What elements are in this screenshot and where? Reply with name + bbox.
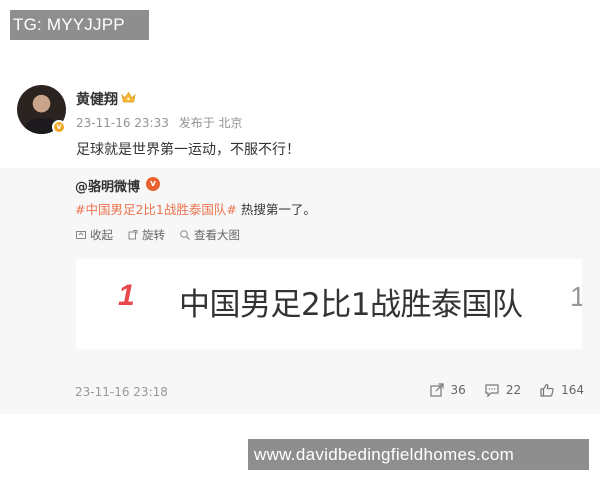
comment-button[interactable]: 22 <box>484 382 521 398</box>
thumbs-up-icon <box>540 383 554 397</box>
rotate-button[interactable]: 旋转 <box>127 227 165 243</box>
zoom-icon <box>180 230 190 240</box>
share-button[interactable]: 36 <box>429 382 466 398</box>
collect-label: 收起 <box>90 228 113 242</box>
repost-text-tail: 热搜第一了。 <box>236 202 316 217</box>
image-actions: 收起 旋转 查看大图 <box>75 227 240 243</box>
like-button[interactable]: 164 <box>539 382 584 398</box>
share-icon <box>429 383 444 397</box>
repost-author[interactable]: @骆明微博 <box>75 176 140 195</box>
watermark: www.davidbedingfieldhomes.com <box>248 439 589 470</box>
verified-badge-icon: v <box>146 177 160 191</box>
rank-next-partial: 1 <box>570 281 582 312</box>
hashtag-link[interactable]: #中国男足2比1战胜泰国队# <box>75 202 237 217</box>
post-content: 足球就是世界第一运动，不服不行！ <box>76 142 300 158</box>
rotate-icon <box>128 230 138 240</box>
view-large-button[interactable]: 查看大图 <box>179 227 240 243</box>
repost-text: #中国男足2比1战胜泰国队# 热搜第一了。 <box>75 199 316 218</box>
telegram-banner: TG: MYYJJPP <box>10 10 149 40</box>
rotate-label: 旋转 <box>142 228 165 242</box>
hot-search-image[interactable]: 1 中国男足2比1战胜泰国队 1 <box>76 259 582 349</box>
post-time[interactable]: 23-11-16 23:33 <box>76 116 169 130</box>
collect-button[interactable]: 收起 <box>75 227 113 243</box>
repost-card: @骆明微博 v #中国男足2比1战胜泰国队# 热搜第一了。 收起 旋转 查看大图… <box>0 168 600 414</box>
comment-count: 22 <box>505 383 522 397</box>
rank-number: 1 <box>118 279 135 312</box>
collapse-icon <box>76 231 86 239</box>
view-large-label: 查看大图 <box>194 228 240 242</box>
repost-time[interactable]: 23-11-16 23:18 <box>75 385 168 399</box>
comment-icon <box>485 384 499 398</box>
verified-badge-icon: v <box>52 120 66 134</box>
post-meta: 23-11-16 23:33 发布于 北京 <box>76 114 243 131</box>
repost-stats: 36 22 164 <box>429 382 584 398</box>
rank-title: 中国男足2比1战胜泰国队 <box>179 287 523 323</box>
crown-icon <box>121 91 136 103</box>
post-location: 发布于 北京 <box>178 116 243 130</box>
like-count: 164 <box>561 383 584 397</box>
share-count: 36 <box>450 383 466 397</box>
post-author[interactable]: 黄健翔 <box>76 89 118 109</box>
